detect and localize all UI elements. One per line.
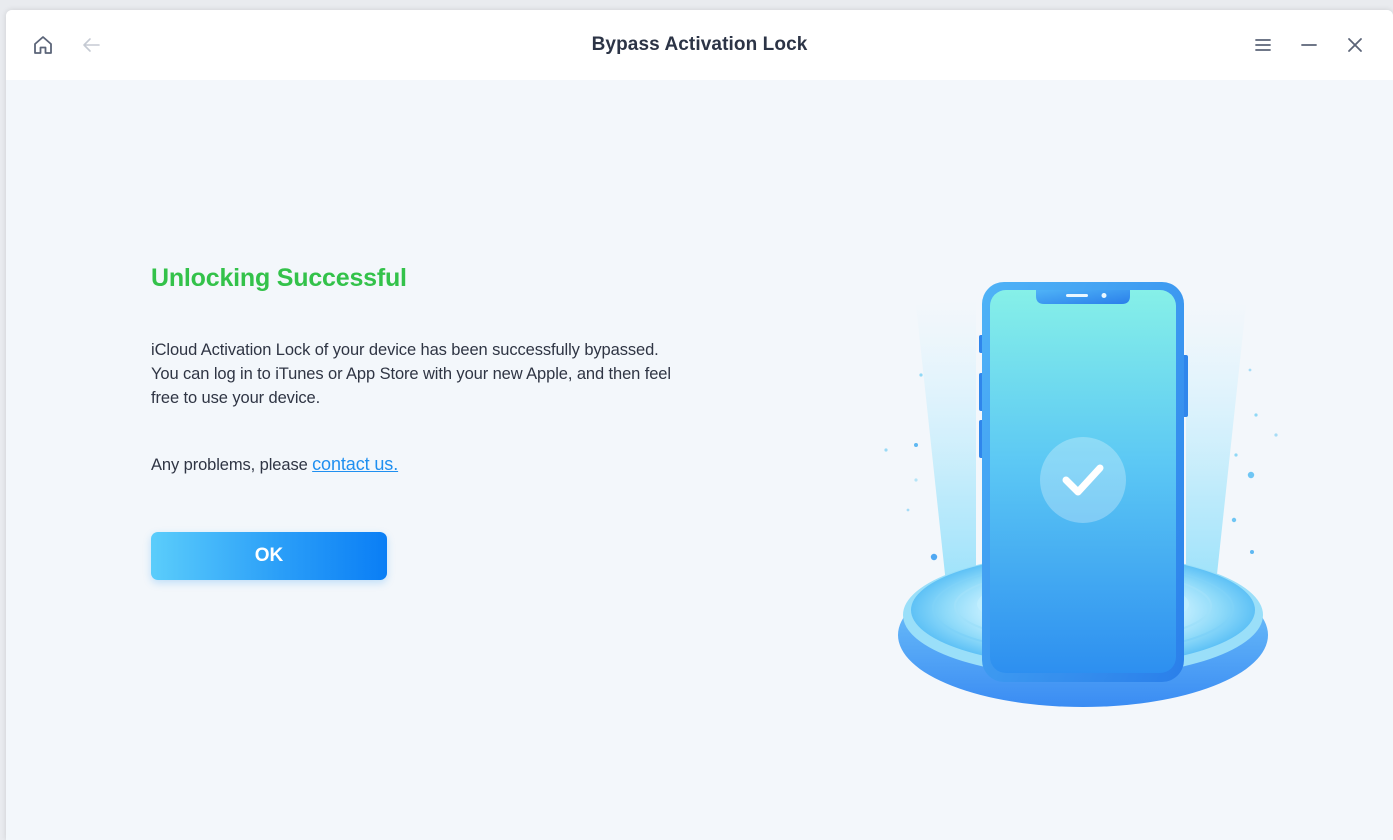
- ok-button[interactable]: OK: [151, 532, 387, 580]
- title-bar: Bypass Activation Lock: [6, 10, 1393, 80]
- status-heading: Unlocking Successful: [151, 264, 407, 292]
- main-content: Unlocking Successful iCloud Activation L…: [6, 80, 1393, 840]
- app-window: Bypass Activation Lock Unlocking Success…: [6, 10, 1393, 840]
- status-description: iCloud Activation Lock of your device ha…: [151, 341, 671, 407]
- window-title: Bypass Activation Lock: [591, 34, 808, 55]
- phone-check-icon: [866, 190, 1296, 730]
- minimize-icon[interactable]: [1296, 32, 1322, 58]
- hamburger-menu-icon[interactable]: [1250, 32, 1276, 58]
- close-icon[interactable]: [1342, 32, 1368, 58]
- contact-us-link[interactable]: contact us.: [312, 454, 398, 474]
- problems-text: Any problems, please contact us.: [151, 454, 398, 475]
- problems-prefix: Any problems, please: [151, 456, 313, 474]
